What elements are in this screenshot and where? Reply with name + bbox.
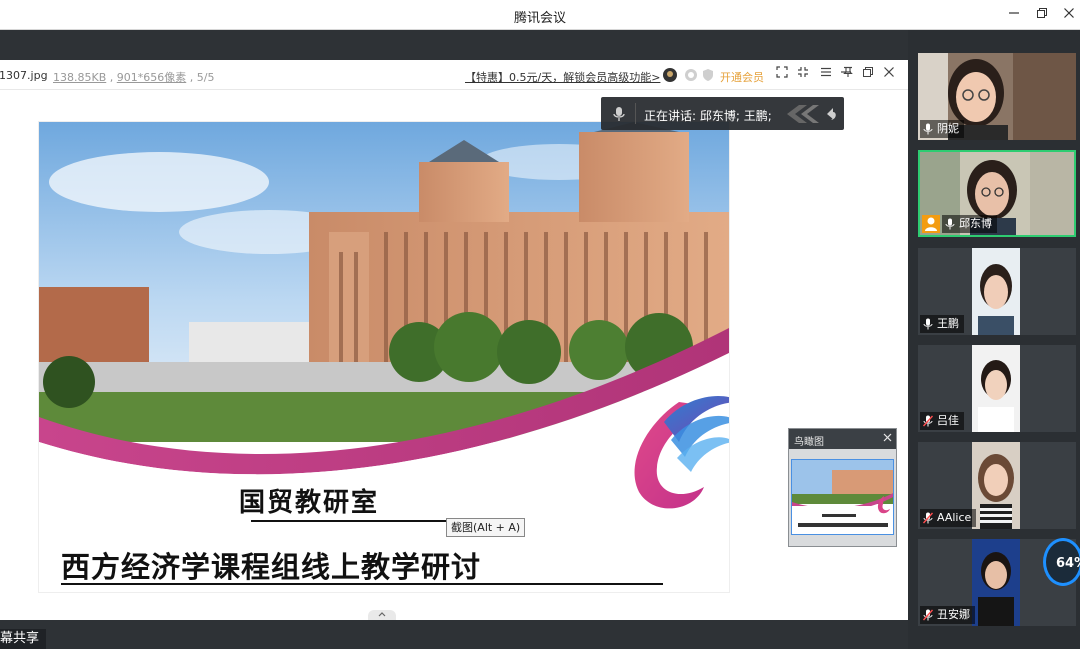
participant-name-tag: 丑安娜: [920, 606, 975, 624]
screenshot-tooltip: 截图(Alt + A): [446, 518, 526, 537]
fullscreen-button[interactable]: [774, 66, 790, 84]
bottom-bar: [0, 620, 908, 649]
overview-close-button[interactable]: [883, 431, 892, 445]
participant-name: 邱东博: [959, 217, 992, 230]
overview-panel[interactable]: 鸟瞰图: [788, 428, 897, 547]
participant-video: [972, 345, 1020, 432]
close-icon: [883, 433, 892, 442]
participant-video: [972, 442, 1020, 529]
microphone-muted-icon: [923, 512, 933, 524]
expand-icon: [776, 66, 788, 78]
maximize-icon: [863, 67, 873, 77]
participant-video: [972, 539, 1020, 626]
participant-name: 丑安娜: [937, 608, 970, 621]
microphone-muted-icon: [923, 609, 933, 621]
avatar-icon[interactable]: [663, 68, 677, 82]
participant-name: 阴妮: [937, 122, 959, 135]
menu-button[interactable]: [818, 66, 834, 84]
microphone-icon: [613, 107, 625, 121]
overview-thumbnail[interactable]: [791, 459, 894, 535]
slide-subtitle: 西方经济学课程组线上教学研讨: [61, 550, 482, 584]
restore-button[interactable]: [1031, 5, 1053, 25]
collapse-toolbar-handle[interactable]: [368, 610, 396, 620]
image-canvas[interactable]: 国贸教研室 西方经济学课程组线上教学研讨: [0, 91, 908, 620]
title-bar: 腾讯会议: [0, 0, 1080, 30]
close-icon: [884, 67, 894, 77]
minimize-button[interactable]: [1003, 5, 1025, 25]
slide-subtitle-underline: [61, 583, 663, 585]
slide-title: 国贸教研室: [239, 488, 380, 518]
file-name: l1307.jpg: [0, 69, 48, 82]
network-quality-value: 64%: [1056, 556, 1080, 571]
menu-icon: [821, 67, 831, 77]
participant-tile-active[interactable]: 邱东博: [918, 150, 1076, 237]
participant-name-tag: 邱东博: [942, 215, 997, 233]
vip-link[interactable]: 开通会员: [720, 69, 764, 85]
participant-tile[interactable]: 王鹏: [918, 248, 1076, 335]
microphone-icon: [923, 318, 933, 330]
participant-name: AAlice: [937, 511, 972, 524]
viewer-close-button[interactable]: [881, 66, 897, 84]
image-dimensions: 901*656像素: [116, 71, 187, 84]
microphone-muted-icon: [923, 415, 933, 427]
badge-icon[interactable]: [684, 68, 698, 82]
participant-name-tag: 阴妮: [920, 120, 964, 138]
participant-name-tag: AAlice: [920, 509, 977, 527]
restore-icon: [1037, 8, 1047, 18]
network-quality-badge[interactable]: 64%: [1043, 538, 1080, 586]
window-title: 腾讯会议: [513, 11, 566, 26]
host-icon: [922, 215, 940, 233]
shield-icon[interactable]: [701, 68, 715, 82]
participant-tile[interactable]: 吕佳: [918, 345, 1076, 432]
participant-name: 吕佳: [937, 414, 959, 427]
participant-tile[interactable]: 阴妮: [918, 53, 1076, 140]
close-button[interactable]: [1058, 5, 1080, 25]
campus-photo: [39, 122, 729, 592]
slide-title-underline: [251, 520, 466, 522]
participant-video: [972, 248, 1020, 335]
viewer-maximize-button[interactable]: [860, 66, 876, 84]
file-info: 138.85KB , 901*656像素 , 5/5: [53, 71, 215, 84]
close-icon: [1064, 8, 1074, 18]
speaking-indicator: 正在讲话: 邱东博; 王鹏;: [601, 97, 844, 130]
participant-name-tag: 王鹏: [920, 315, 964, 333]
share-header-strip: [0, 30, 908, 60]
microphone-icon: [945, 218, 955, 230]
speaking-label: 正在讲话: 邱东博; 王鹏;: [644, 109, 772, 123]
microphone-icon: [923, 123, 933, 135]
viewer-minimize-button[interactable]: [838, 66, 854, 84]
drag-handle-icon[interactable]: [787, 105, 837, 123]
thumbnail-image: [792, 460, 893, 534]
participant-name-tag: 吕佳: [920, 412, 964, 430]
file-size: 138.85KB: [53, 71, 107, 84]
promo-link[interactable]: 【特惠】0.5元/天，解锁会员高级功能>: [465, 69, 660, 85]
participant-name: 王鹏: [937, 317, 959, 330]
overview-header: 鸟瞰图: [789, 429, 896, 449]
screen-share-label[interactable]: 幕共享: [0, 629, 46, 649]
page-counter: 5/5: [196, 71, 215, 84]
participant-tile[interactable]: AAlice: [918, 442, 1076, 529]
viewer-toolbar: l1307.jpg 138.85KB , 901*656像素 , 5/5 【特惠…: [0, 60, 908, 90]
minimize-icon: [841, 71, 851, 73]
overview-title: 鸟瞰图: [794, 437, 824, 448]
chevron-up-icon: [378, 612, 386, 617]
minimize-icon: [1009, 12, 1019, 14]
meeting-window: 腾讯会议 l1307.jpg 138.85KB , 901*656像素 , 5/…: [0, 0, 1080, 649]
slide-image: 国贸教研室 西方经济学课程组线上教学研讨: [38, 121, 730, 593]
